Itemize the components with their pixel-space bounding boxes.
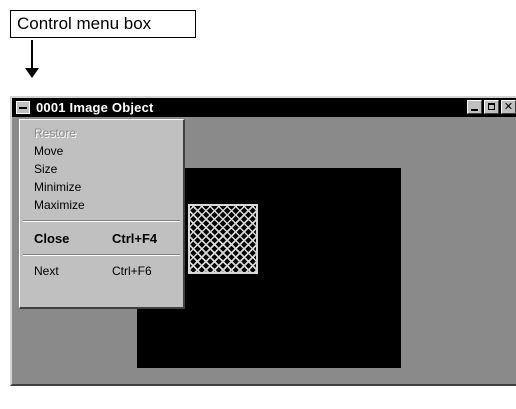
callout-text: Control menu box (17, 14, 152, 33)
minimize-button[interactable] (467, 100, 482, 114)
close-icon: ✕ (503, 100, 514, 113)
menu-item-next[interactable]: Next Ctrl+F6 (20, 262, 183, 280)
arrow-down-icon (25, 68, 39, 78)
menu-item-size[interactable]: Size (20, 160, 183, 178)
window-buttons: ✕ (467, 100, 516, 114)
menu-item-label: Move (34, 144, 64, 158)
close-button[interactable]: ✕ (501, 100, 516, 114)
menu-item-minimize[interactable]: Minimize (20, 178, 183, 196)
menu-item-restore[interactable]: Restore (20, 124, 183, 142)
menu-separator (23, 220, 180, 222)
menu-item-label: Next (34, 264, 59, 278)
selection-pattern[interactable] (188, 204, 258, 274)
menu-item-shortcut: Ctrl+F6 (112, 264, 152, 278)
menu-item-label: Close (34, 230, 70, 246)
window-title: 0001 Image Object (36, 100, 154, 115)
control-menu: Restore Move Size Minimize Maximize Clos… (19, 119, 185, 309)
title-bar[interactable]: 0001 Image Object ✕ (12, 98, 516, 117)
callout-label: Control menu box (10, 10, 196, 38)
menu-item-label: Minimize (34, 180, 82, 194)
menu-separator (23, 254, 180, 256)
menu-item-close[interactable]: Close Ctrl+F4 (20, 229, 183, 247)
minimize-icon (471, 109, 478, 111)
menu-item-label: Maximize (34, 198, 85, 212)
menu-item-maximize[interactable]: Maximize (20, 196, 183, 214)
control-menu-box-icon[interactable] (16, 101, 30, 114)
menu-item-shortcut: Ctrl+F4 (112, 230, 158, 246)
menu-item-move[interactable]: Move (20, 142, 183, 160)
menu-item-label: Size (34, 162, 58, 176)
callout-line (31, 40, 33, 70)
maximize-button[interactable] (484, 100, 499, 114)
menu-item-label: Restore (34, 126, 77, 140)
maximize-icon (488, 103, 495, 110)
